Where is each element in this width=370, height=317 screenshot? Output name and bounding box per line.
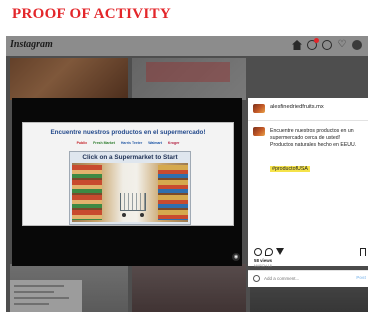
supermarket-cta: Click on a Supermarket to Start xyxy=(69,151,191,225)
brand-logo-publix: Publix xyxy=(76,141,88,145)
post-date: MARCH 18 xyxy=(254,264,272,268)
slide-title: PROOF OF ACTIVITY xyxy=(12,6,171,22)
direct-icon[interactable] xyxy=(307,38,319,50)
instagram-nav: ♡ xyxy=(292,38,362,50)
account-avatar[interactable] xyxy=(253,104,265,113)
like-icon[interactable] xyxy=(254,248,262,256)
caption-avatar[interactable] xyxy=(253,127,265,136)
home-icon[interactable] xyxy=(292,40,302,50)
comment-box: Post xyxy=(248,270,368,287)
brand-logos: Publix Fresh Market Harris Teeter Walmar… xyxy=(23,141,233,145)
instagram-screenshot: Instagram ♡ Encuentre nuestros productos… xyxy=(6,36,368,312)
post-comment-button[interactable]: Post xyxy=(356,275,366,280)
tagged-icon[interactable]: ◉ xyxy=(232,253,240,261)
brand-logo-fresh-market: Fresh Market xyxy=(93,141,115,145)
account-handle[interactable]: alesfinedriedfruits.mx xyxy=(270,104,324,110)
hashtag-link[interactable]: #productofUSA xyxy=(270,166,310,172)
brand-logo-kroger: Kroger xyxy=(167,141,180,145)
shelf xyxy=(158,165,188,220)
instagram-logo[interactable]: Instagram xyxy=(10,39,53,50)
post-actions xyxy=(254,248,366,257)
bookmark-icon[interactable] xyxy=(360,248,366,256)
post-caption: Encuentre nuestros productos en un super… xyxy=(270,128,357,148)
comment-input[interactable] xyxy=(264,274,344,283)
cart-wheel xyxy=(140,213,144,217)
post-image[interactable]: Encuentre nuestros productos en el super… xyxy=(22,122,234,226)
emoji-icon[interactable] xyxy=(253,275,260,282)
brand-logo-walmart: Walmart xyxy=(148,141,162,145)
post-sidebar: alesfinedriedfruits.mx Encuentre nuestro… xyxy=(248,98,368,268)
post-headline: Encuentre nuestros productos en el super… xyxy=(50,129,206,136)
shelf xyxy=(72,165,102,220)
supermarket-aisle-photo xyxy=(72,163,188,222)
post-header: alesfinedriedfruits.mx xyxy=(248,98,368,121)
share-icon[interactable] xyxy=(276,248,284,255)
cart-icon xyxy=(120,193,146,211)
brand-logo-harris-teeter: Harris Teeter xyxy=(120,141,143,145)
comment-icon[interactable] xyxy=(265,248,273,256)
cta-label: Click on a Supermarket to Start xyxy=(82,154,178,161)
heart-icon[interactable]: ♡ xyxy=(337,40,347,50)
profile-avatar[interactable] xyxy=(352,40,362,50)
explore-icon[interactable] xyxy=(322,40,332,50)
view-count[interactable]: 58 views xyxy=(254,258,272,263)
cart-wheel xyxy=(122,213,126,217)
instagram-top-bar: Instagram ♡ xyxy=(6,36,368,56)
